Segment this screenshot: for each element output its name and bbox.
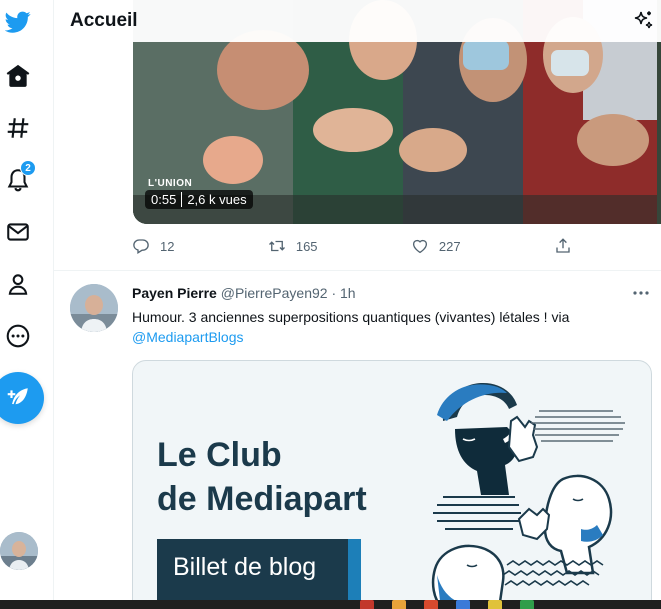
feather-plus-icon: [7, 388, 28, 405]
taskbar-app-icon[interactable]: [456, 600, 470, 609]
twitter-logo-icon[interactable]: [0, 4, 36, 40]
person-icon[interactable]: [0, 266, 36, 302]
tweet-mention-link[interactable]: @MediapartBlogs: [132, 329, 244, 345]
share-button[interactable]: [554, 237, 572, 255]
more-options-icon[interactable]: [631, 286, 651, 300]
timeline: L'UNION 0:55 2,6 k vues Accueil 12 165 2…: [54, 0, 661, 600]
tweet-author-handle[interactable]: @PierrePayen92: [221, 285, 328, 301]
like-button[interactable]: 227: [411, 237, 461, 255]
taskbar-app-icon[interactable]: [360, 600, 374, 609]
bell-icon[interactable]: 2: [0, 160, 36, 198]
account-avatar[interactable]: [0, 532, 38, 570]
tweet-separator: ·: [331, 285, 337, 301]
retweet-icon: [268, 240, 285, 252]
heart-icon: [412, 239, 427, 254]
link-card[interactable]: Le Club de Mediapart Billet de blog: [132, 360, 652, 600]
notification-badge: 2: [20, 160, 36, 176]
card-title-line1: Le Club: [157, 436, 282, 474]
like-count: 227: [438, 238, 461, 254]
tweet-actions: 12 165 227: [132, 234, 572, 258]
tweet-time[interactable]: 1h: [340, 285, 356, 301]
reply-count: 12: [160, 238, 175, 254]
taskbar-app-icon[interactable]: [488, 600, 502, 609]
share-icon: [556, 238, 570, 253]
video-label-separator: [181, 192, 183, 207]
video-overlay-logo: L'UNION: [148, 178, 193, 189]
page-header: Accueil: [54, 0, 661, 42]
tweet-author-name[interactable]: Payen Pierre: [132, 285, 217, 301]
envelope-icon[interactable]: [0, 214, 36, 250]
hashtag-icon[interactable]: [0, 110, 36, 146]
tweet-body: Humour. 3 anciennes superpositions quant…: [132, 309, 570, 325]
reply-icon: [133, 239, 149, 254]
retweet-button[interactable]: 165: [268, 237, 318, 255]
taskbar-app-icon[interactable]: [392, 600, 406, 609]
home-icon[interactable]: [0, 58, 36, 94]
video-duration: 0:55: [151, 192, 177, 207]
video-duration-views: 0:55 2,6 k vues: [145, 190, 253, 209]
taskbar-app-icon[interactable]: [520, 600, 534, 609]
reply-button[interactable]: 12: [132, 237, 174, 255]
mediapart-illustration: [431, 383, 625, 600]
video-views: 2,6 k vues: [187, 192, 247, 207]
taskbar-icons: [360, 600, 534, 609]
os-taskbar: [0, 600, 661, 609]
card-label-accent: [348, 539, 361, 600]
card-label: Billet de blog: [157, 539, 361, 600]
tweet-text: Humour. 3 anciennes superpositions quant…: [132, 307, 652, 347]
card-title-line2: de Mediapart: [157, 480, 367, 518]
tweet-author-avatar[interactable]: [70, 284, 118, 332]
taskbar-app-icon[interactable]: [424, 600, 438, 609]
tweet-divider: [54, 270, 661, 271]
page-title: Accueil: [70, 10, 138, 31]
retweet-count: 165: [295, 238, 318, 254]
left-nav: 2: [0, 0, 54, 600]
card-title: Le Club de Mediapart: [157, 433, 367, 521]
compose-tweet-button[interactable]: [0, 372, 44, 424]
more-circle-icon[interactable]: [0, 318, 36, 354]
sparkle-icon[interactable]: [631, 9, 655, 33]
tweet-header: Payen Pierre @PierrePayen92 · 1h: [132, 285, 356, 301]
